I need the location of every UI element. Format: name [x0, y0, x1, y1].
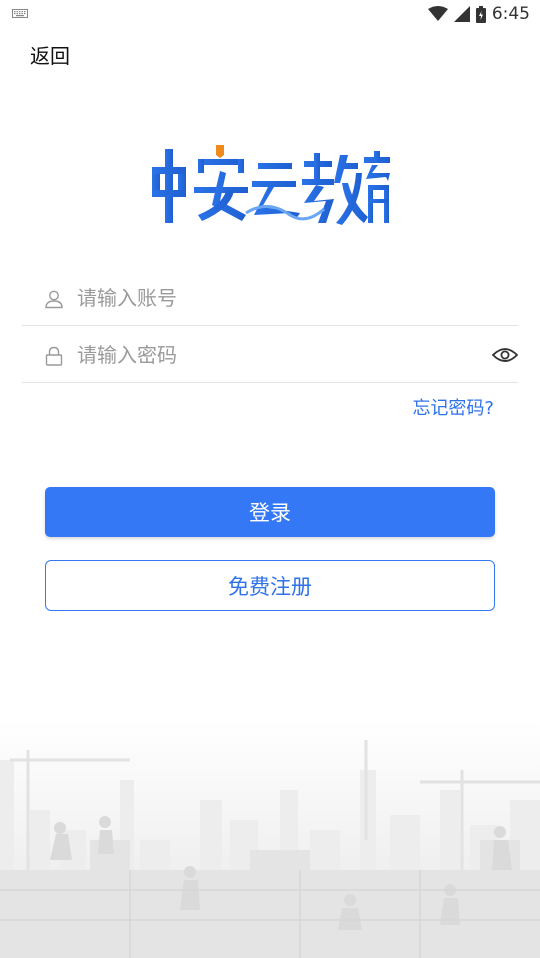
password-field	[22, 327, 518, 383]
password-input[interactable]	[77, 335, 477, 375]
battery-icon	[475, 5, 486, 23]
clock: 6:45	[491, 4, 530, 24]
account-input[interactable]	[77, 278, 477, 318]
eye-icon[interactable]	[492, 345, 518, 365]
status-bar: 6:45	[0, 0, 540, 28]
construction-background-illustration	[0, 720, 540, 958]
back-button[interactable]: 返回	[30, 40, 70, 69]
login-button[interactable]: 登录	[45, 487, 495, 537]
user-icon	[45, 290, 63, 309]
account-field	[22, 270, 518, 326]
wifi-icon	[427, 6, 448, 21]
lock-icon	[45, 346, 63, 366]
keyboard-icon	[12, 9, 28, 18]
forgot-password-link[interactable]: 忘记密码?	[412, 394, 494, 420]
app-logo	[152, 145, 390, 225]
register-button[interactable]: 免费注册	[45, 560, 495, 611]
signal-icon	[453, 6, 470, 22]
